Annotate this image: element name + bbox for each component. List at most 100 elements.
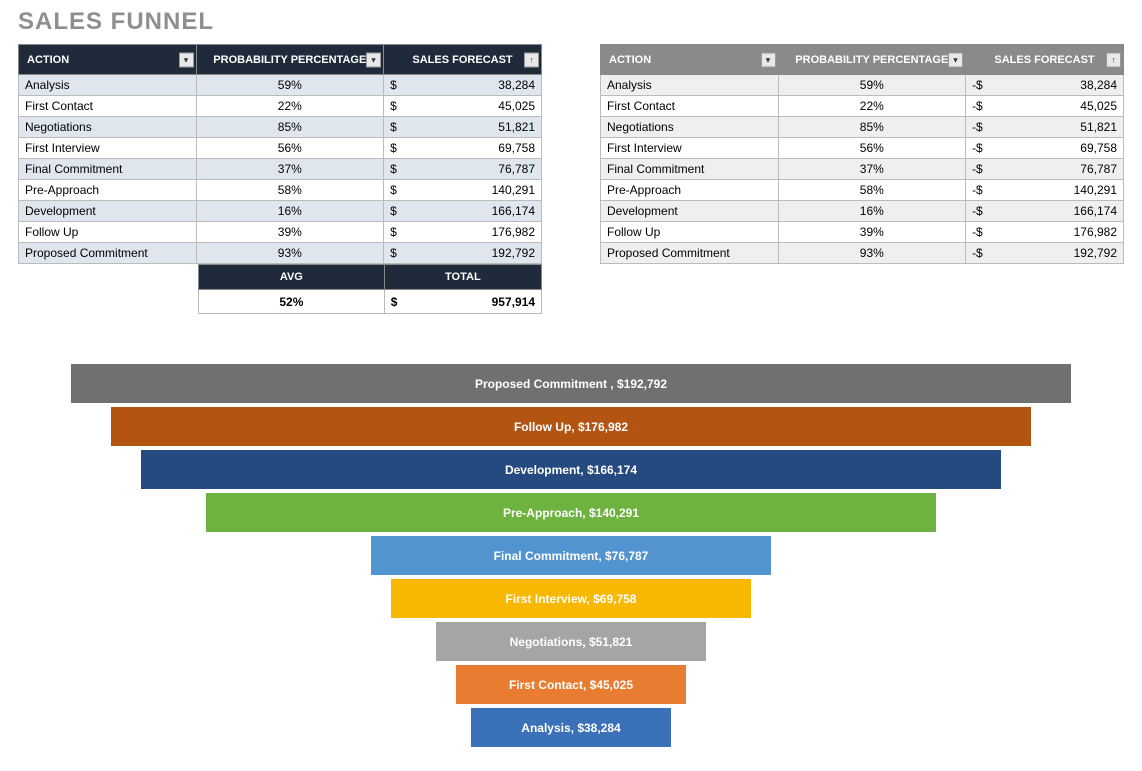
cell-forecast: -$176,982	[966, 222, 1124, 243]
col-header-forecast-label: SALES FORECAST	[994, 54, 1094, 66]
table-row: Proposed Commitment93%-$192,792	[601, 243, 1124, 264]
cell-prob: 16%	[778, 201, 966, 222]
sort-asc-icon[interactable]: ↑	[1106, 52, 1121, 67]
funnel-bar: Follow Up, $176,982	[111, 407, 1031, 446]
forecast-value: 166,174	[492, 204, 535, 218]
forecast-value: 51,821	[1080, 120, 1117, 134]
left-table-wrap: ACTION ▾ PROBABILITY PERCENTAGE ▾ SALES …	[18, 44, 542, 314]
cell-action: Analysis	[601, 75, 779, 96]
table-row: Pre-Approach58% $140,291	[19, 180, 542, 201]
cell-prob: 22%	[778, 96, 966, 117]
forecast-value: 192,792	[1074, 246, 1117, 260]
cell-action: First Interview	[601, 138, 779, 159]
cell-action: First Contact	[601, 96, 779, 117]
cell-action: Final Commitment	[601, 159, 779, 180]
cell-action: First Contact	[19, 96, 197, 117]
currency-symbol: $	[390, 78, 397, 92]
currency-symbol: -$	[972, 204, 983, 218]
summary-avg-value: 52%	[199, 290, 385, 314]
summary-total-num: 957,914	[492, 295, 535, 309]
table-row: Final Commitment37%$76,787	[19, 159, 542, 180]
currency-symbol: -$	[972, 225, 983, 239]
summary-avg-header: AVG	[199, 265, 385, 290]
currency-symbol: $	[390, 183, 397, 197]
cell-prob: 39%	[196, 222, 384, 243]
cell-prob: 59%	[196, 75, 384, 96]
summary-table: AVG TOTAL 52% $ 957,914	[198, 264, 542, 314]
col-header-action[interactable]: ACTION ▾	[601, 45, 779, 75]
cell-forecast: $45,025	[384, 96, 542, 117]
currency-symbol: $	[390, 120, 397, 134]
col-header-forecast-label: SALES FORECAST	[412, 54, 512, 66]
currency-symbol: -$	[972, 141, 983, 155]
col-header-prob-label: PROBABILITY PERCENTAGE	[213, 54, 366, 66]
table-row: First Contact22%-$45,025	[601, 96, 1124, 117]
currency-symbol: $	[390, 246, 397, 260]
forecast-value: 69,758	[498, 141, 535, 155]
cell-forecast: $176,982	[384, 222, 542, 243]
currency-symbol: $	[390, 99, 397, 113]
table-row: Analysis59%$38,284	[19, 75, 542, 96]
filter-dropdown-icon[interactable]: ▾	[761, 52, 776, 67]
cell-action: Development	[601, 201, 779, 222]
funnel-bar: Final Commitment, $76,787	[371, 536, 771, 575]
summary-total-header: TOTAL	[384, 265, 541, 290]
forecast-value: 140,291	[1074, 183, 1117, 197]
table-row: First Interview56%$69,758	[19, 138, 542, 159]
table-row: Development16%$166,174	[19, 201, 542, 222]
col-header-action[interactable]: ACTION ▾	[19, 45, 197, 75]
cell-prob: 39%	[778, 222, 966, 243]
forecast-value: 51,821	[498, 120, 535, 134]
cell-prob: 37%	[196, 159, 384, 180]
cell-forecast: $166,174	[384, 201, 542, 222]
currency-symbol: -$	[972, 183, 983, 197]
col-header-forecast[interactable]: SALES FORECAST ↑	[966, 45, 1124, 75]
cell-action: Follow Up	[19, 222, 197, 243]
forecast-value: 140,291	[492, 183, 535, 197]
funnel-bar: Negotiations, $51,821	[436, 622, 706, 661]
currency-symbol: -$	[972, 99, 983, 113]
cell-action: First Interview	[19, 138, 197, 159]
table-row: First Contact22%$45,025	[19, 96, 542, 117]
cell-prob: 85%	[196, 117, 384, 138]
cell-prob: 85%	[778, 117, 966, 138]
cell-action: Pre-Approach	[19, 180, 197, 201]
cell-prob: 56%	[778, 138, 966, 159]
currency-symbol: $	[390, 162, 397, 176]
cell-action: Pre-Approach	[601, 180, 779, 201]
forecast-value: 69,758	[1080, 141, 1117, 155]
summary-total-value: $ 957,914	[384, 290, 541, 314]
table-row: Follow Up39%-$176,982	[601, 222, 1124, 243]
col-header-forecast[interactable]: SALES FORECAST ↑	[384, 45, 542, 75]
filter-dropdown-icon[interactable]: ▾	[179, 52, 194, 67]
currency-symbol: $	[390, 141, 397, 155]
table-row: Final Commitment37%-$76,787	[601, 159, 1124, 180]
funnel-bar: Pre-Approach, $140,291	[206, 493, 936, 532]
col-header-prob[interactable]: PROBABILITY PERCENTAGE ▾	[196, 45, 384, 75]
cell-forecast: -$192,792	[966, 243, 1124, 264]
left-table: ACTION ▾ PROBABILITY PERCENTAGE ▾ SALES …	[18, 44, 542, 264]
forecast-value: 45,025	[498, 99, 535, 113]
page-title: SALES FUNNEL	[0, 0, 1142, 44]
forecast-value: 38,284	[1080, 78, 1117, 92]
col-header-prob[interactable]: PROBABILITY PERCENTAGE ▾	[778, 45, 966, 75]
funnel-bar: First Interview, $69,758	[391, 579, 751, 618]
forecast-value: 38,284	[498, 78, 535, 92]
cell-prob: 22%	[196, 96, 384, 117]
funnel-bar: First Contact, $45,025	[456, 665, 686, 704]
currency-symbol: -$	[972, 120, 983, 134]
filter-dropdown-icon[interactable]: ▾	[366, 52, 381, 67]
forecast-value: 76,787	[1080, 162, 1117, 176]
cell-action: Final Commitment	[19, 159, 197, 180]
sort-asc-icon[interactable]: ↑	[524, 52, 539, 67]
filter-dropdown-icon[interactable]: ▾	[948, 52, 963, 67]
cell-forecast: -$38,284	[966, 75, 1124, 96]
funnel-bar: Analysis, $38,284	[471, 708, 671, 747]
cell-prob: 58%	[196, 180, 384, 201]
cell-action: Negotiations	[19, 117, 197, 138]
table-row: Follow Up39%$176,982	[19, 222, 542, 243]
cell-forecast: -$ 166,174	[966, 201, 1124, 222]
funnel-bar: Development, $166,174	[141, 450, 1001, 489]
forecast-value: 166,174	[1074, 204, 1117, 218]
cell-forecast: -$45,025	[966, 96, 1124, 117]
